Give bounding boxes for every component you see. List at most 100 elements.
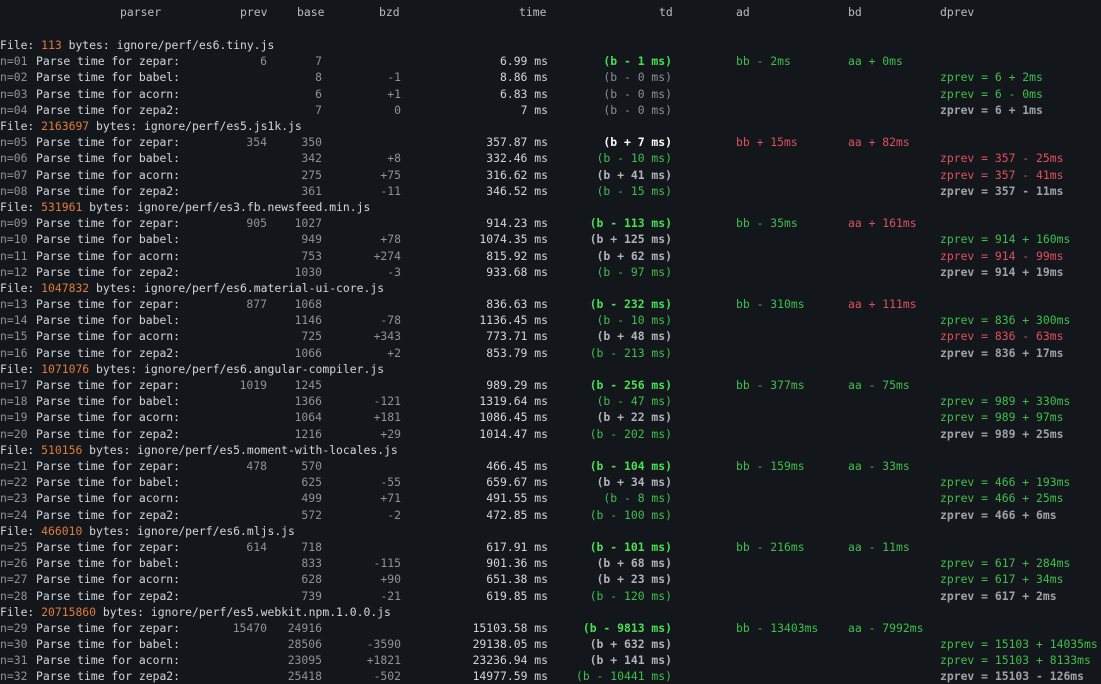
run-index: n=26 [0,556,28,571]
row-label: Parse time for zepa2: [36,264,181,279]
run-index: n=05 [0,135,28,150]
run-index: n=01 [0,54,28,69]
time-value: 659.67 ms [486,475,548,490]
dprev-value: zprev = 989 + 330ms [940,394,1071,409]
bzd-value: +274 [373,248,401,263]
table-row: n=22 Parse time for babel: 625 -55 659.67 ms… [0,474,1101,490]
time-value: 1136.45 ms [479,313,548,328]
row-label: Parse time for acorn: [36,410,181,425]
bd-value: aa - 7992ms [848,620,924,635]
file-path: bytes: ignore/perf/es3.fb.newsfeed.min.j… [82,199,371,214]
td-value: (b + 632 ms) [589,637,672,651]
dprev-value: zprev = 914 + 19ms [940,264,1064,279]
time-value: 1319.64 ms [479,394,548,409]
row-label: Parse time for zepar: [36,297,181,311]
bzd-value: +1821 [366,653,401,668]
row-label: Parse time for zepa2: [36,345,181,360]
prev-value: 877 [246,297,267,311]
bzd-value: +181 [373,410,401,425]
time-value: 346.52 ms [486,183,548,198]
table-row: n=09 Parse time for zepar: 905 1027 914.23 m… [0,215,1101,231]
run-index: n=08 [0,183,28,198]
base-value: 725 [301,329,322,344]
td-value: (b - 10441 ms) [575,669,672,684]
bzd-value: +90 [380,572,401,587]
row-label: Parse time for babel: [36,232,181,247]
dprev-value: zprev = 357 - 11ms [940,183,1064,198]
base-value: 25418 [287,669,322,684]
base-value: 628 [301,572,322,587]
row-label: Parse time for zepar: [36,620,181,635]
table-row: n=32 Parse time for zepa2: 25418 -502 14977.… [0,668,1101,684]
row-label: Parse time for acorn: [36,491,181,506]
bzd-value: -3 [387,264,401,279]
td-value: (b - 97 ms) [596,264,672,279]
td-value: (b - 113 ms) [589,216,672,231]
td-value: (b - 15 ms) [596,183,672,198]
ad-value: bb - 310ms [736,297,805,311]
time-value: 316.62 ms [486,167,548,182]
row-label: Parse time for acorn: [36,248,181,263]
bzd-value: -11 [380,183,401,198]
run-index: n=12 [0,264,28,279]
base-value: 949 [301,232,322,247]
row-label: Parse time for zepa2: [36,588,181,603]
dprev-value: zprev = 15103 + 14035ms [940,637,1098,651]
base-value: 625 [301,475,322,490]
td-value: (b - 213 ms) [589,345,672,360]
file-path: bytes: ignore/perf/es5.webkit.npm.1.0.0.… [96,604,391,619]
run-index: n=30 [0,637,28,651]
time-value: 357.87 ms [486,135,548,150]
dprev-value: zprev = 836 + 300ms [940,313,1071,328]
dprev-value: zprev = 15103 - 126ms [940,669,1085,684]
table-row: n=16 Parse time for zepa2: 1066 +2 853.79 ms… [0,345,1101,361]
file-path: bytes: ignore/perf/es6.tiny.js [61,38,275,52]
bzd-value: +71 [380,491,401,506]
td-value: (b - 8 ms) [603,491,672,506]
dprev-value: zprev = 466 + 193ms [940,475,1071,490]
table-row: n=13 Parse time for zepar: 877 1068 836.63 m… [0,296,1101,312]
base-value: 6 [315,86,322,101]
file-size: 1047832 [41,280,90,295]
file-path: bytes: ignore/perf/es6.angular-compiler.… [89,361,385,376]
run-index: n=11 [0,248,28,263]
file-size: 531961 [41,199,83,214]
bzd-value: 0 [394,102,401,117]
run-index: n=20 [0,426,28,441]
time-value: 853.79 ms [486,345,548,360]
dprev-value: zprev = 466 + 6ms [940,507,1057,522]
base-value: 1146 [294,313,322,328]
time-value: 14977.59 ms [472,669,548,684]
run-index: n=21 [0,458,28,473]
run-index: n=23 [0,491,28,506]
base-value: 1030 [294,264,322,279]
file-size: 510156 [41,442,83,457]
base-value: 342 [301,151,322,166]
time-value: 773.71 ms [486,329,548,344]
run-index: n=03 [0,86,28,101]
row-label: Parse time for zepa2: [36,426,181,441]
bzd-value: +78 [380,232,401,247]
file-line: File: 531961 bytes: ignore/perf/es3.fb.n… [0,199,1101,215]
file-line: File: 510156 bytes: ignore/perf/es5.mome… [0,442,1101,458]
table-row: n=17 Parse time for zepar: 1019 1245 989.29 … [0,377,1101,393]
table-row: n=04 Parse time for zepa2: 7 0 7 ms (b - 0 ms… [0,102,1101,118]
ad-value: bb + 15ms [736,135,798,150]
td-value: (b + 48 ms) [596,329,672,344]
table-row: n=27 Parse time for acorn: 628 +90 651.38 ms… [0,571,1101,587]
bzd-value: +29 [380,426,401,441]
td-value: (b - 0 ms) [603,70,672,85]
ad-value: bb - 35ms [736,216,798,231]
header-bd: bd [848,5,862,19]
header-parser: parser [120,5,162,19]
td-value: (b + 23 ms) [596,572,672,587]
base-value: 1366 [294,394,322,409]
file-prefix: File: [0,199,42,214]
run-index: n=31 [0,653,28,668]
td-value: (b + 22 ms) [596,410,672,425]
base-value: 275 [301,167,322,182]
file-path: bytes: ignore/perf/es6.mljs.js [82,523,295,538]
base-value: 753 [301,248,322,263]
run-index: n=28 [0,588,28,603]
td-value: (b - 0 ms) [603,102,672,117]
